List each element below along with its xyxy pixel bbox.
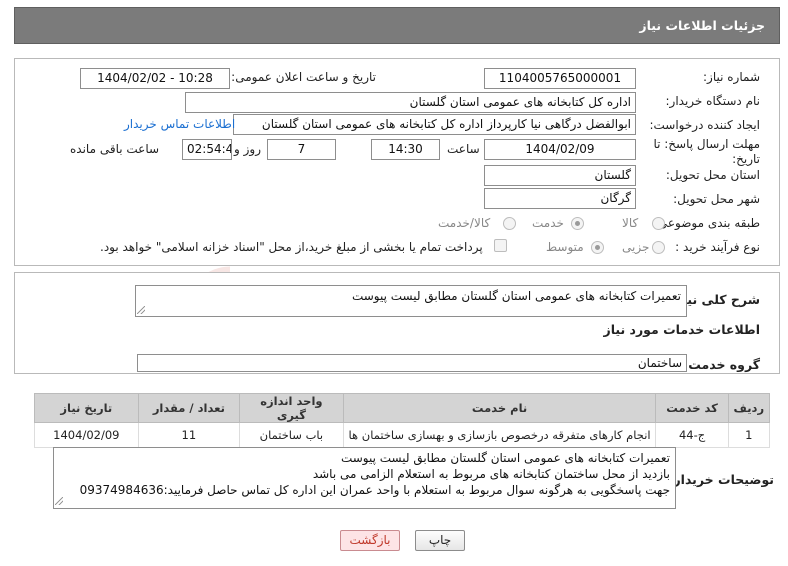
purchase-radio-minor[interactable] [652, 241, 665, 254]
category-goods-label: کالا [622, 216, 639, 230]
services-table-header: ردیف کد خدمت نام خدمت واحد اندازه گیری ت… [34, 393, 771, 423]
deadline-days-label: روز و [234, 142, 261, 156]
services-table: ردیف کد خدمت نام خدمت واحد اندازه گیری ت… [34, 393, 771, 448]
summary-resize-grip[interactable] [137, 306, 145, 314]
category-label: طبقه بندی موضوعی: [653, 216, 760, 230]
category-radio-goods-service[interactable] [503, 217, 516, 230]
deadline-date-field[interactable]: 1404/02/09 [484, 139, 636, 160]
remaining-time-label: ساعت باقی مانده [70, 142, 160, 156]
col-need-date: تاریخ نیاز [34, 393, 139, 423]
buyer-notes-resize-grip[interactable] [55, 497, 63, 505]
cell-quantity: 11 [137, 422, 241, 448]
purchase-medium-label: متوسط [546, 240, 584, 254]
col-unit: واحد اندازه گیری [239, 393, 344, 423]
cell-need-date: 1404/02/09 [34, 422, 139, 448]
cell-row: 1 [727, 422, 771, 448]
remaining-time-field[interactable]: 02:54:44 [182, 139, 232, 160]
deadline-days-field[interactable]: 7 [267, 139, 336, 160]
buyer-notes-line-2: بازدید از محل ساختمان کتابخانه های مربوط… [312, 467, 670, 481]
announce-datetime-label: تاریخ و ساعت اعلان عمومی: [231, 70, 376, 84]
buyer-notes-label: توضیحات خریدار: [668, 472, 774, 487]
page-header: جزئیات اطلاعات نیاز [14, 7, 780, 44]
need-number-field[interactable]: 1104005765000001 [484, 68, 636, 89]
purchase-type-label: نوع فرآیند خرید : [675, 240, 760, 254]
category-service-label: خدمت [532, 216, 564, 230]
col-service-code: کد خدمت [655, 393, 729, 423]
requester-label: ایجاد کننده درخواست: [649, 118, 760, 132]
category-goods-service-label: کالا/خدمت [438, 216, 491, 230]
province-label: استان محل تحویل: [665, 168, 760, 182]
summary-textarea[interactable]: تعمیرات کتابخانه های عمومی استان گلستان … [135, 285, 687, 317]
buyer-notes-line-3: جهت پاسخگویی به هرگونه سوال مربوط به است… [79, 483, 670, 497]
buyer-notes-line-1: تعمیرات کتابخانه های عمومی استان گلستان … [340, 451, 670, 465]
table-row: 1 ج-44 انجام کارهای متفرقه درخصوص بازساز… [34, 422, 771, 448]
back-button[interactable]: بازگشت [340, 530, 400, 551]
cell-service-code: ج-44 [655, 422, 729, 448]
cell-unit: باب ساختمان [239, 422, 344, 448]
col-row: ردیف [727, 393, 771, 423]
buyer-contact-link[interactable]: اطلاعات تماس خریدار [124, 117, 235, 131]
deadline-time-field[interactable]: 14:30 [371, 139, 440, 160]
need-number-label: شماره نیاز: [703, 70, 760, 84]
print-button[interactable]: چاپ [415, 530, 465, 551]
buyer-org-field[interactable]: اداره کل کتابخانه های عمومی استان گلستان [185, 92, 636, 113]
announce-datetime-field[interactable]: 1404/02/02 - 10:28 [80, 68, 230, 89]
province-field[interactable]: گلستان [484, 165, 636, 186]
buyer-org-label: نام دستگاه خریدار: [665, 94, 761, 108]
service-group-field[interactable]: ساختمان [137, 354, 687, 372]
category-radio-service[interactable] [571, 217, 584, 230]
service-group-label: گروه خدمت: [683, 357, 760, 372]
treasury-payment-checkbox[interactable] [494, 239, 507, 252]
requester-field[interactable]: ابوالفضل درگاهی نیا کارپرداز اداره کل کت… [233, 114, 636, 135]
deadline-time-label: ساعت [447, 142, 480, 156]
deadline-label-line1: مهلت ارسال پاسخ: تا [653, 137, 760, 151]
cell-service-name: انجام کارهای متفرقه درخصوص بازسازی و بهس… [342, 422, 657, 448]
category-radio-goods[interactable] [652, 217, 665, 230]
city-field[interactable]: گرگان [484, 188, 636, 209]
col-quantity: تعداد / مقدار [137, 393, 241, 423]
buyer-notes-textarea[interactable]: تعمیرات کتابخانه های عمومی استان گلستان … [53, 447, 676, 509]
deadline-label-line2: تاریخ: [732, 152, 760, 166]
col-service-name: نام خدمت [342, 393, 657, 423]
city-label: شهر محل تحویل: [673, 192, 760, 206]
services-section-title: اطلاعات خدمات مورد نیاز [603, 322, 761, 337]
treasury-payment-note: پرداخت تمام یا بخشی از مبلغ خرید،از محل … [100, 240, 483, 254]
purchase-radio-medium[interactable] [591, 241, 604, 254]
purchase-minor-label: جزیی [622, 240, 650, 254]
need-info-panel [14, 58, 780, 266]
page-title: جزئیات اطلاعات نیاز [639, 18, 765, 33]
